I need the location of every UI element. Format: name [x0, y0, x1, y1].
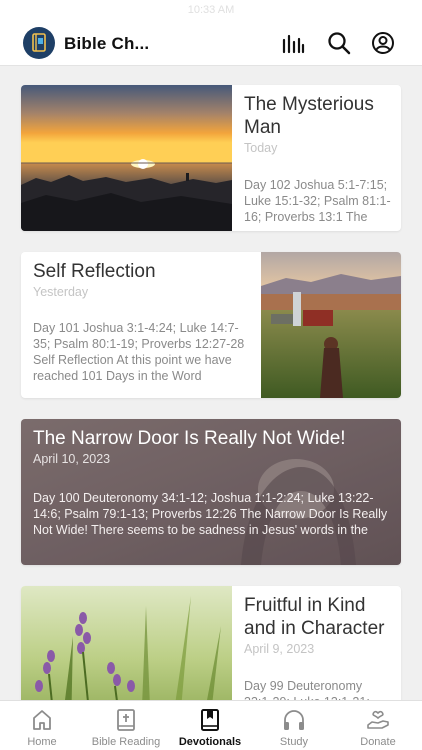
home-icon: [33, 710, 51, 730]
chart-bars-icon[interactable]: [281, 31, 305, 55]
headphones-icon: [284, 710, 304, 730]
devotional-date: Yesterday: [33, 285, 89, 299]
tab-study[interactable]: Study: [252, 701, 336, 750]
devotional-date: April 9, 2023: [244, 642, 315, 656]
devotional-title: The Narrow Door Is Really Not Wide!: [33, 428, 346, 449]
sunset-coast-image: [21, 85, 232, 231]
app-header: Bible Ch...: [0, 20, 422, 66]
lavender-flowers-image: [21, 586, 232, 700]
search-icon[interactable]: [327, 31, 351, 55]
farm-field-image: [261, 252, 401, 398]
devotional-card-text: Fruitful in Kind and in Character April …: [232, 586, 401, 700]
devotional-card[interactable]: The Narrow Door Is Really Not Wide! Apri…: [21, 419, 401, 565]
bookmark-book-icon: [201, 709, 219, 731]
devotional-title: Self Reflection: [33, 261, 156, 282]
status-time: 10:33 AM: [187, 4, 235, 16]
tab-label: Home: [27, 736, 57, 748]
bottom-tab-bar: Home Bible Reading Devotionals Study Don…: [0, 700, 422, 750]
devotional-date: Today: [244, 141, 278, 155]
tab-donate[interactable]: Donate: [336, 701, 420, 750]
devotional-excerpt: Day 100 Deuteronomy 34:1-12; Joshua 1:1-…: [33, 491, 388, 537]
tab-label: Devotionals: [178, 736, 242, 748]
tab-devotionals[interactable]: Devotionals: [168, 701, 252, 750]
devotional-card[interactable]: Self Reflection Yesterday Day 101 Joshua…: [21, 252, 401, 398]
devotional-card[interactable]: Fruitful in Kind and in Character April …: [21, 586, 401, 700]
app-title: Bible Ch...: [64, 34, 150, 53]
tab-label: Study: [279, 736, 309, 748]
tab-label: Donate: [360, 736, 396, 748]
devotional-excerpt: Day 99 Deuteronomy 33:1-29; Luke 13:1-21…: [244, 679, 370, 700]
devotional-card[interactable]: The Mysterious Man Today Day 102 Joshua …: [21, 85, 401, 231]
devotional-title: The Mysterious Man: [244, 94, 374, 138]
devotional-excerpt: Day 101 Joshua 3:1-4:24; Luke 14:7-35; P…: [33, 321, 245, 383]
devotional-card-text: Self Reflection Yesterday Day 101 Joshua…: [21, 252, 261, 398]
devotional-title: Fruitful in Kind and in Character: [244, 595, 385, 639]
tab-home[interactable]: Home: [0, 701, 84, 750]
donate-hand-icon: [367, 710, 389, 729]
status-bar: 10:33 AM: [0, 0, 422, 20]
profile-icon[interactable]: [371, 31, 395, 55]
devotional-card-text: The Mysterious Man Today Day 102 Joshua …: [232, 85, 401, 231]
devotional-date: April 10, 2023: [33, 452, 111, 466]
book-logo-icon[interactable]: [23, 27, 55, 59]
tab-label: Bible Reading: [91, 736, 161, 748]
devotionals-feed[interactable]: The Mysterious Man Today Day 102 Joshua …: [0, 66, 422, 700]
devotional-card-text: The Narrow Door Is Really Not Wide! Apri…: [21, 419, 401, 565]
tab-bible-reading[interactable]: Bible Reading: [84, 701, 168, 750]
bible-icon: [117, 709, 135, 731]
devotional-excerpt: Day 102 Joshua 5:1-7:15; Luke 15:1-32; P…: [244, 178, 391, 224]
